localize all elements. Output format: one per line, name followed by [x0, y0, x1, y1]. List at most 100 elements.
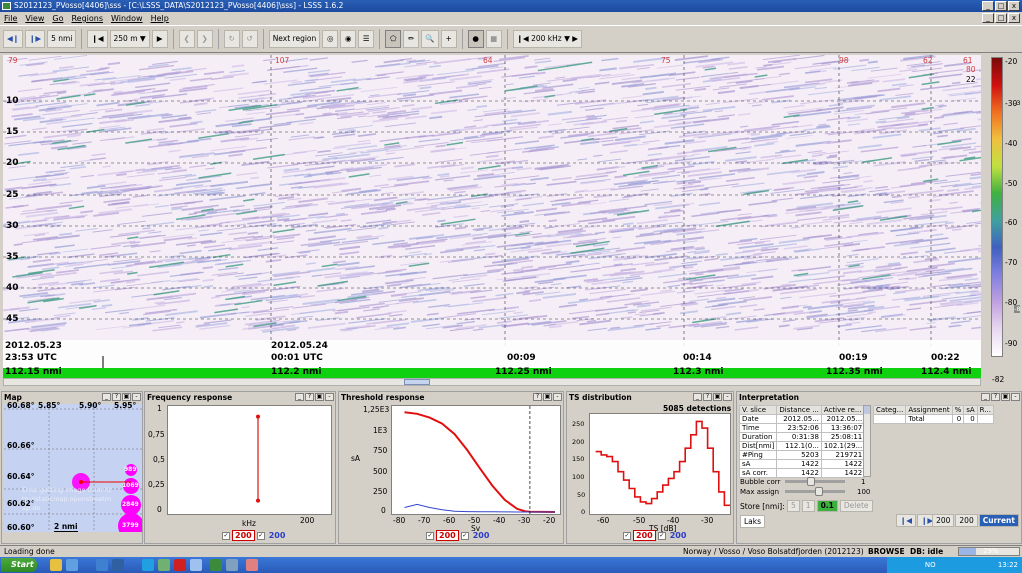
panel-collapse-icon[interactable]: -	[553, 393, 562, 401]
first-ping-icon[interactable]: ◀❙	[3, 30, 24, 48]
menu-view[interactable]: View	[25, 12, 44, 25]
panel-detach-icon[interactable]: ▣	[1001, 393, 1010, 401]
table-header[interactable]: Distance ...	[776, 405, 822, 415]
window-icon[interactable]	[190, 559, 202, 571]
start-button[interactable]: Start	[1, 558, 37, 572]
table-row[interactable]: Date 2012.05... 2012.05...	[738, 414, 866, 424]
frequency-plot[interactable]	[167, 405, 332, 515]
close-button[interactable]: x	[1008, 1, 1020, 11]
range-prev-icon[interactable]: ❙◀	[87, 30, 108, 48]
panel-detach-icon[interactable]: ▣	[122, 393, 131, 401]
current-button[interactable]: Current	[978, 514, 1019, 527]
undo-icon[interactable]: ↺	[241, 30, 258, 48]
child-minimize-button[interactable]: _	[982, 13, 994, 23]
table-row[interactable]: sA 1422 1422	[738, 459, 866, 469]
store-option[interactable]: 5	[787, 500, 800, 512]
checkbox-200-red[interactable]: ✓	[623, 531, 631, 540]
echogram-canvas[interactable]	[3, 55, 981, 368]
bubble-corr-slider[interactable]	[785, 477, 845, 486]
panel-collapse-icon[interactable]: -	[132, 393, 141, 401]
freq-200-red[interactable]: 200	[633, 530, 656, 541]
panel-collapse-icon[interactable]: -	[1011, 393, 1020, 401]
lsss-icon[interactable]	[210, 559, 222, 571]
excel-icon[interactable]	[158, 559, 170, 571]
table-header[interactable]: R...	[976, 405, 994, 415]
menu-help[interactable]: Help	[151, 12, 169, 25]
freq-200-button[interactable]: 200	[932, 514, 955, 527]
panel-minimize-icon[interactable]: _	[295, 393, 304, 401]
panel-collapse-icon[interactable]: -	[325, 393, 334, 401]
scrollbar-thumb[interactable]	[404, 379, 430, 385]
panel-detach-icon[interactable]: ▣	[315, 393, 324, 401]
table-scrollbar[interactable]	[863, 405, 871, 477]
table-row[interactable]: #Ping 5203 219721	[738, 450, 866, 460]
table-row[interactable]: Duration 0:31:38 25:08:11	[738, 432, 866, 442]
colorbar-gradient[interactable]	[991, 57, 1003, 357]
region-target-icon[interactable]: ◎	[322, 30, 339, 48]
play-icon[interactable]: ❙▶	[25, 30, 46, 48]
panel-help-icon[interactable]: ?	[305, 393, 314, 401]
panel-help-icon[interactable]: ?	[991, 393, 1000, 401]
panel-detach-icon[interactable]: ▣	[543, 393, 552, 401]
checkbox-200-blue[interactable]: ✓	[657, 531, 666, 540]
scroll-up-icon[interactable]	[864, 406, 870, 414]
delete-button[interactable]: Delete	[839, 500, 873, 512]
paint-icon[interactable]	[246, 559, 258, 571]
panel-help-icon[interactable]: ?	[112, 393, 121, 401]
region-list-icon[interactable]: ☰	[358, 30, 375, 48]
word-icon[interactable]	[142, 559, 154, 571]
pdf-icon[interactable]	[174, 559, 186, 571]
region-settings-icon[interactable]: ◉	[340, 30, 357, 48]
select-tool-icon[interactable]: ⬠	[385, 30, 402, 48]
colorbar[interactable]: -20 -30 -40 -50 -60 -70 -80 -90 -3 -8 -8…	[986, 55, 1022, 386]
table-header[interactable]: Assignment	[905, 405, 953, 415]
category-laks[interactable]: Laks	[740, 515, 766, 528]
map-canvas[interactable]: 60.68° 60.66° 60.64° 60.62° 60.60° 5.85°…	[4, 401, 142, 532]
max-assign-slider[interactable]	[785, 487, 845, 496]
browser-icon[interactable]	[96, 559, 108, 571]
checkbox-200-red[interactable]: ✓	[426, 531, 434, 540]
prev-region-icon[interactable]: ❙◀	[896, 514, 917, 527]
range-next-icon[interactable]: ▶	[151, 30, 168, 48]
store-option-selected[interactable]: 0.1	[816, 500, 838, 512]
freq-200-blue[interactable]: 200	[267, 531, 288, 540]
echogram-scrollbar[interactable]	[3, 378, 981, 386]
checkbox-200-blue[interactable]: ✓	[256, 531, 265, 540]
table-row[interactable]: Dist[nmi] 112.1(0... 102.1(29...	[738, 441, 866, 451]
language-indicator[interactable]: NO	[925, 561, 936, 569]
table-row[interactable]: sA corr. 1422 1422	[738, 468, 866, 478]
menu-go[interactable]: Go	[52, 12, 63, 25]
record-icon[interactable]: ●	[467, 30, 484, 48]
zoom-tool-icon[interactable]: 🔍	[421, 30, 439, 48]
folder-icon[interactable]	[50, 559, 62, 571]
redo-icon[interactable]: ↻	[223, 30, 240, 48]
next-region-button[interactable]: Next region	[268, 30, 321, 48]
back-icon[interactable]: ❮	[178, 30, 195, 48]
store-option[interactable]: 1	[801, 500, 815, 512]
draw-tool-icon[interactable]: ✏	[403, 30, 420, 48]
freq-200-red[interactable]: 200	[232, 530, 255, 541]
grid-icon[interactable]	[226, 559, 238, 571]
forward-icon[interactable]: ❯	[196, 30, 213, 48]
child-maximize-button[interactable]: □	[995, 13, 1007, 23]
freq-200-button[interactable]: 200	[955, 514, 978, 527]
menu-file[interactable]: File	[4, 12, 17, 25]
table-row[interactable]: Time 23:52:06 13:36:07	[738, 423, 866, 433]
slider-handle[interactable]	[807, 477, 815, 486]
panel-minimize-icon[interactable]: _	[981, 393, 990, 401]
step-size-button[interactable]: 5 nmi	[47, 30, 77, 48]
explorer-icon[interactable]	[66, 559, 78, 571]
freq-200-blue[interactable]: 200	[668, 531, 689, 540]
threshold-plot[interactable]	[391, 405, 561, 515]
stop-icon[interactable]: ■	[485, 30, 502, 48]
panel-help-icon[interactable]: ?	[533, 393, 542, 401]
panel-minimize-icon[interactable]: _	[693, 393, 702, 401]
panel-help-icon[interactable]: ?	[703, 393, 712, 401]
freq-200-red[interactable]: 200	[436, 530, 459, 541]
app-icon[interactable]	[112, 559, 124, 571]
ts-plot[interactable]	[589, 413, 731, 515]
slider-handle[interactable]	[815, 487, 823, 496]
crosshair-tool-icon[interactable]: +	[440, 30, 457, 48]
range-select[interactable]: 250 m ▼	[109, 30, 150, 48]
table-header[interactable]: sA	[963, 405, 978, 415]
